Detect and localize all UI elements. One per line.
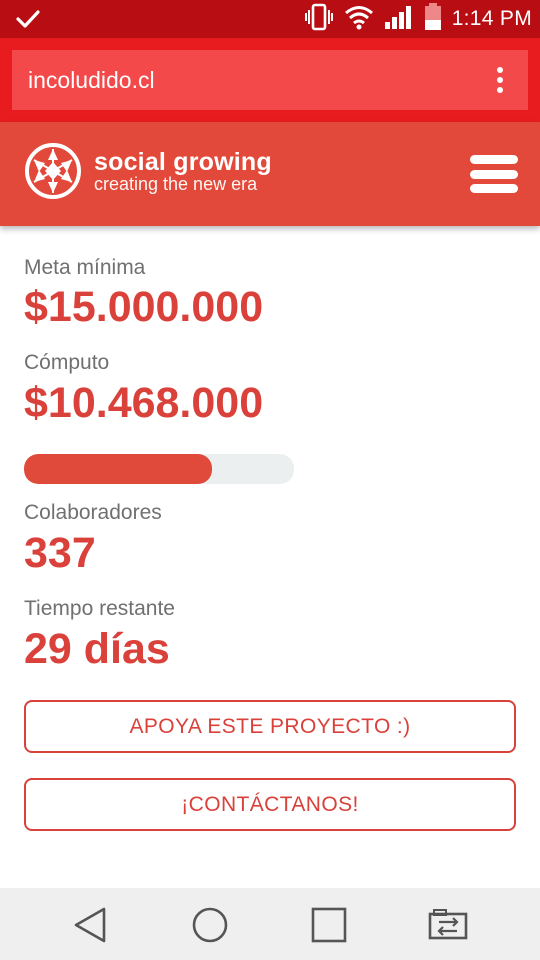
funding-progress-fill — [24, 454, 213, 484]
status-bar: 1:14 PM — [0, 0, 540, 38]
switch-app-icon[interactable] — [427, 904, 469, 946]
more-vert-icon[interactable] — [496, 67, 504, 93]
support-project-button[interactable]: APOYA ESTE PROYECTO :) — [24, 700, 516, 753]
vibrate-icon — [304, 3, 334, 36]
logo[interactable]: social growing creating the new era — [24, 142, 272, 200]
battery-icon — [424, 2, 442, 36]
recents-icon[interactable] — [308, 904, 350, 946]
goal-label: Meta mínima — [24, 256, 146, 279]
logo-subtitle: creating the new era — [94, 174, 258, 194]
raised-value: $10.468.000 — [24, 379, 264, 427]
logo-title: social growing — [94, 148, 272, 176]
contact-button[interactable]: ¡CONTÁCTANOS! — [24, 778, 516, 831]
backers-value: 337 — [24, 529, 96, 577]
wifi-icon — [344, 4, 374, 35]
url-text[interactable]: incoludido.cl — [28, 67, 155, 94]
raised-label: Cómputo — [24, 351, 110, 374]
time-left-value: 29 días — [24, 625, 170, 673]
status-time: 1:14 PM — [451, 7, 532, 30]
funding-progress-bar — [24, 454, 294, 484]
site-header: social growing creating the new era — [0, 122, 540, 226]
home-icon[interactable] — [189, 904, 231, 946]
logo-mark-icon — [25, 143, 81, 199]
backers-label: Colaboradores — [24, 501, 162, 524]
hamburger-icon[interactable] — [470, 155, 518, 193]
system-nav-bar — [0, 888, 540, 960]
browser-toolbar: incoludido.cl — [0, 38, 540, 122]
time-left-label: Tiempo restante — [24, 597, 175, 620]
check-icon — [16, 8, 40, 35]
goal-value: $15.000.000 — [24, 283, 264, 331]
signal-icon — [384, 4, 414, 35]
url-bar[interactable]: incoludido.cl — [12, 50, 528, 110]
back-icon[interactable] — [70, 904, 112, 946]
